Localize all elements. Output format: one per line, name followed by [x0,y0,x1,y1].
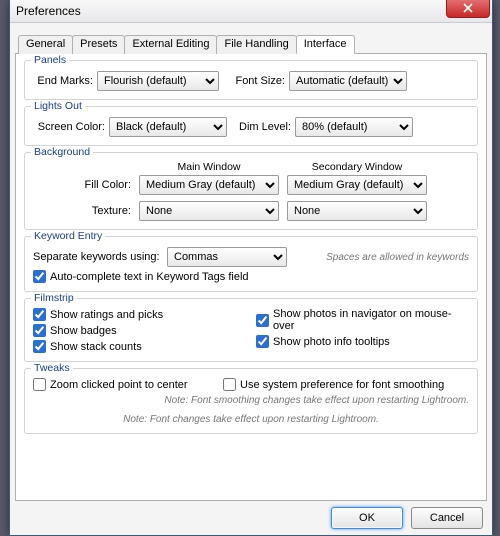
combo-separate-keywords[interactable]: Commas [167,247,287,267]
tab-bar: General Presets External Editing File Ha… [15,34,487,54]
group-title-filmstrip: Filmstrip [31,292,77,304]
group-filmstrip: Filmstrip Show ratings and picks Show ba… [24,298,478,362]
label-main-window: Main Window [139,161,279,175]
label-zoom-center: Zoom clicked point to center [50,379,188,391]
check-autocomplete[interactable]: Auto-complete text in Keyword Tags field [33,270,469,283]
label-dim-level: Dim Level: [237,121,291,133]
tab-general[interactable]: General [18,35,73,54]
checkbox-show-stack[interactable] [33,340,46,353]
cancel-button[interactable]: Cancel [411,507,483,529]
label-texture: Texture: [33,205,131,217]
group-keyword-entry: Keyword Entry Separate keywords using: C… [24,236,478,292]
close-button[interactable] [446,0,490,18]
note-font-changes: Note: Font changes take effect upon rest… [33,414,469,425]
group-panels: Panels End Marks: Flourish (default) Fon… [24,60,478,100]
note-font-smoothing: Note: Font smoothing changes take effect… [33,395,469,406]
checkbox-autocomplete[interactable] [33,270,46,283]
combo-end-marks[interactable]: Flourish (default) [97,71,219,91]
checkbox-show-ratings[interactable] [33,308,46,321]
hint-keywords-spaces: Spaces are allowed in keywords [326,252,469,263]
window-title: Preferences [16,4,81,18]
tab-presets[interactable]: Presets [72,35,125,54]
label-separate-keywords: Separate keywords using: [33,251,163,263]
label-fill-color: Fill Color: [33,179,131,191]
label-font-size: Font Size: [233,75,285,87]
combo-font-size[interactable]: Automatic (default) [289,71,407,91]
check-font-smoothing[interactable]: Use system preference for font smoothing [223,378,469,391]
combo-screen-color[interactable]: Black (default) [109,117,227,137]
combo-texture-main[interactable]: None [139,201,279,221]
checkbox-show-badges[interactable] [33,324,46,337]
tab-interface[interactable]: Interface [296,35,355,54]
check-zoom-center[interactable]: Zoom clicked point to center [33,378,213,391]
group-title-panels: Panels [31,54,69,66]
label-font-smoothing: Use system preference for font smoothing [240,379,444,391]
checkbox-font-smoothing[interactable] [223,378,236,391]
group-tweaks: Tweaks Zoom clicked point to center Use … [24,368,478,434]
group-title-tweaks: Tweaks [31,362,73,374]
group-background: Background Main Window Secondary Window … [24,152,478,230]
group-lights-out: Lights Out Screen Color: Black (default)… [24,106,478,146]
label-show-stack: Show stack counts [50,341,142,353]
combo-fill-color-main[interactable]: Medium Gray (default) [139,175,279,195]
combo-fill-color-secondary[interactable]: Medium Gray (default) [287,175,427,195]
group-title-background: Background [31,146,93,158]
combo-dim-level[interactable]: 80% (default) [295,117,413,137]
label-show-tooltips: Show photo info tooltips [273,336,390,348]
check-show-navigator[interactable]: Show photos in navigator on mouse-over [256,308,469,332]
group-title-lights-out: Lights Out [31,100,85,112]
label-secondary-window: Secondary Window [287,161,427,175]
titlebar: Preferences [10,0,492,23]
ok-button[interactable]: OK [331,507,403,529]
combo-texture-secondary[interactable]: None [287,201,427,221]
label-end-marks: End Marks: [33,75,93,87]
tab-external-editing[interactable]: External Editing [124,35,217,54]
check-show-ratings[interactable]: Show ratings and picks [33,308,246,321]
tabpage-interface: Panels End Marks: Flourish (default) Fon… [15,54,487,501]
label-show-ratings: Show ratings and picks [50,309,163,321]
label-autocomplete: Auto-complete text in Keyword Tags field [50,271,249,283]
group-title-keyword-entry: Keyword Entry [31,230,105,242]
checkbox-show-navigator[interactable] [256,314,269,327]
tab-file-handling[interactable]: File Handling [216,35,296,54]
label-screen-color: Screen Color: [33,121,105,133]
checkbox-show-tooltips[interactable] [256,335,269,348]
close-icon [463,3,473,13]
label-show-navigator: Show photos in navigator on mouse-over [273,308,469,332]
preferences-window: Preferences General Presets External Edi… [9,0,493,536]
checkbox-zoom-center[interactable] [33,378,46,391]
label-show-badges: Show badges [50,325,117,337]
client-area: General Presets External Editing File Ha… [10,23,492,535]
check-show-tooltips[interactable]: Show photo info tooltips [256,335,469,348]
check-show-badges[interactable]: Show badges [33,324,246,337]
check-show-stack[interactable]: Show stack counts [33,340,246,353]
dialog-footer: OK Cancel [15,501,487,529]
